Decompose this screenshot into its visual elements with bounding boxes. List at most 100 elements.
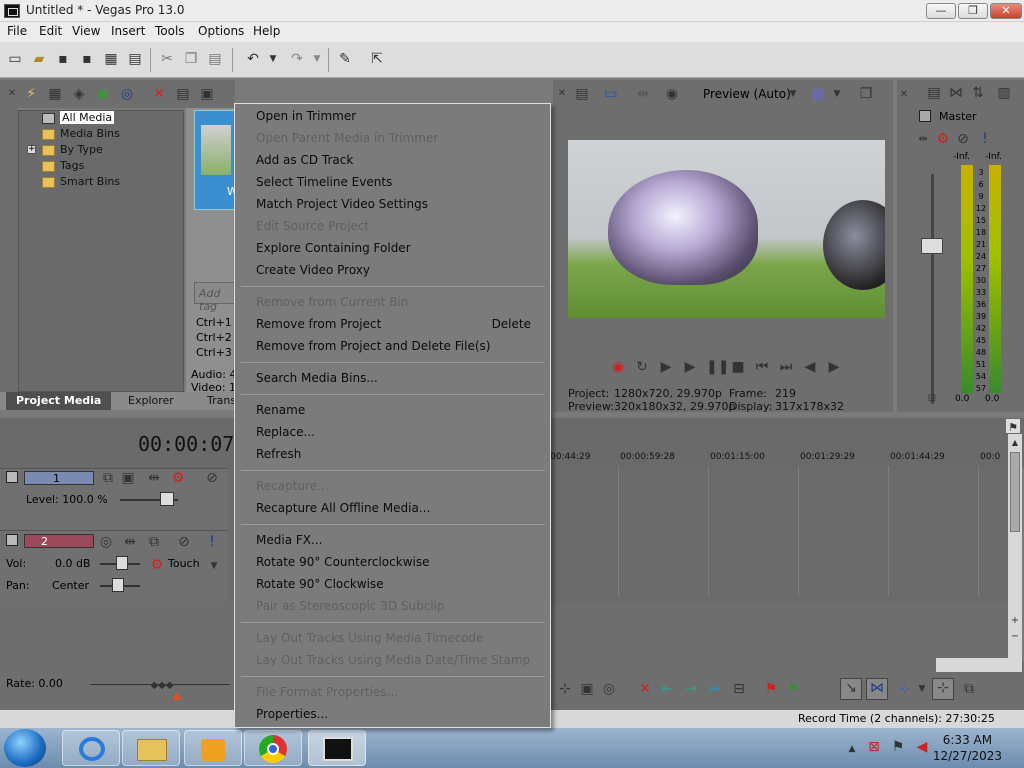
media-properties-icon[interactable]: ▤: [174, 85, 192, 103]
media-fx-icon[interactable]: ▣: [198, 85, 216, 103]
save-as-icon[interactable]: ▪: [78, 50, 96, 68]
scrollbar-thumb[interactable]: [1010, 452, 1020, 532]
track-fx-icon[interactable]: ▣: [120, 469, 136, 486]
go-to-end-icon[interactable]: ⏭: [778, 358, 794, 376]
track-motion-icon[interactable]: ⧉: [100, 469, 116, 486]
remove-media-icon[interactable]: ✕: [150, 85, 168, 103]
track-collapse-icon[interactable]: [6, 471, 18, 483]
tree-item-smart-bins[interactable]: Smart Bins: [42, 175, 120, 188]
context-menu-item[interactable]: Rotate 90° Clockwise: [256, 577, 384, 591]
menu-insert[interactable]: Insert: [111, 24, 145, 38]
tree-item-media-bins[interactable]: Media Bins: [42, 127, 120, 140]
save-icon[interactable]: ▪: [54, 50, 72, 68]
help-pointer-icon[interactable]: ⇱: [368, 50, 386, 68]
zoom-out-icon[interactable]: −: [1008, 628, 1022, 642]
mixer-mute-icon[interactable]: ⋈: [947, 84, 965, 102]
context-menu-item[interactable]: Open in Trimmer: [256, 109, 356, 123]
stop-icon[interactable]: ■: [730, 358, 746, 376]
context-menu-item[interactable]: Search Media Bins...: [256, 371, 378, 385]
lock-icon[interactable]: ⊟: [925, 390, 939, 406]
previous-frame-icon[interactable]: ◀: [802, 358, 818, 376]
redo-icon[interactable]: ↷: [288, 50, 306, 68]
edit-tool-icon[interactable]: ✎: [336, 50, 354, 68]
marker-flag-icon[interactable]: ⚑: [1006, 419, 1020, 434]
ignore-grouping-icon[interactable]: ⧉: [960, 680, 978, 698]
cut-icon[interactable]: ✂: [158, 50, 176, 68]
copy-snapshot-icon[interactable]: ❐: [857, 85, 875, 103]
external-monitor-icon[interactable]: ▭: [601, 85, 621, 103]
chevron-down-icon[interactable]: ▼: [208, 557, 220, 571]
context-menu-item[interactable]: Create Video Proxy: [256, 263, 370, 277]
close-panel-icon[interactable]: ✕: [6, 85, 18, 103]
import-media-icon[interactable]: ⚡: [22, 85, 40, 103]
master-solo-icon[interactable]: !: [977, 130, 993, 147]
context-menu-item[interactable]: Properties...: [256, 707, 328, 721]
start-button[interactable]: [4, 729, 46, 767]
zoom-edit-icon[interactable]: ◎: [600, 680, 618, 698]
context-menu-item[interactable]: Rotate 90° Counterclockwise: [256, 555, 429, 569]
menu-options[interactable]: Options: [198, 24, 244, 38]
audio-track-number[interactable]: 2: [24, 534, 94, 548]
context-menu-item[interactable]: Rename: [256, 403, 305, 417]
show-hidden-icons-icon[interactable]: ▲: [846, 740, 858, 754]
action-center-icon[interactable]: ⚑: [890, 738, 906, 756]
network-icon[interactable]: ⊠: [866, 738, 882, 756]
envelope-edit-icon[interactable]: ▣: [578, 680, 596, 698]
master-gear-icon[interactable]: ⚙: [935, 130, 951, 147]
horizontal-scroll-controls[interactable]: [936, 658, 1022, 672]
preview-quality-select[interactable]: Preview (Auto): [703, 87, 791, 101]
lock-event-icon[interactable]: ⊟: [730, 680, 748, 698]
volume-slider[interactable]: [116, 556, 128, 570]
tree-item-by-type[interactable]: By Type: [42, 143, 103, 156]
media-player-icon[interactable]: [184, 730, 242, 766]
play-icon[interactable]: ▶: [682, 358, 698, 376]
pause-icon[interactable]: ❚❚: [706, 358, 729, 376]
volume-icon[interactable]: ◀: [914, 738, 930, 756]
close-button[interactable]: ✕: [990, 3, 1022, 19]
context-menu-item[interactable]: Remove from Project and Delete File(s): [256, 339, 490, 353]
mixer-properties-icon[interactable]: ▤: [925, 84, 943, 102]
automation-gear-icon[interactable]: ⚙: [150, 556, 164, 573]
system-clock[interactable]: 6:33 AM 12/27/2023: [933, 732, 1002, 764]
redo-dropdown-icon[interactable]: ▼: [308, 50, 326, 68]
open-folder-icon[interactable]: ▰: [30, 50, 48, 68]
search-media-icon[interactable]: ◎: [118, 85, 136, 103]
downmix-icon[interactable]: ⇅: [969, 84, 987, 102]
context-menu-item[interactable]: Replace...: [256, 425, 315, 439]
get-web-media-icon[interactable]: ◉: [94, 85, 112, 103]
master-fx-icon[interactable]: ⇹: [915, 130, 931, 146]
insert-region-icon[interactable]: ⚑: [784, 680, 802, 698]
arm-record-icon[interactable]: ◎: [98, 533, 114, 550]
tab-transitions[interactable]: Trans: [207, 394, 236, 407]
track-gear-icon[interactable]: ⚙: [170, 469, 186, 486]
timeline-vertical-scrollbar[interactable]: ▲ + −: [1008, 434, 1022, 658]
menu-edit[interactable]: Edit: [39, 24, 62, 38]
chrome-icon[interactable]: [244, 730, 302, 766]
video-fx-icon[interactable]: ◉: [663, 85, 681, 103]
render-icon[interactable]: ▦: [102, 50, 120, 68]
context-menu-item[interactable]: Match Project Video Settings: [256, 197, 428, 211]
track-collapse-icon[interactable]: [6, 534, 18, 546]
new-file-icon[interactable]: ▭: [6, 50, 24, 68]
delete-icon[interactable]: ✕: [636, 680, 654, 698]
overlays-icon[interactable]: ▦: [809, 85, 827, 103]
vegas-pro-taskbar-icon[interactable]: [308, 730, 366, 766]
crossfade-icon[interactable]: ⋈: [866, 678, 888, 700]
context-menu-item[interactable]: Media FX...: [256, 533, 322, 547]
context-menu-item[interactable]: Explore Containing Folder: [256, 241, 411, 255]
record-icon[interactable]: ◉: [610, 358, 626, 376]
menu-file[interactable]: File: [7, 24, 27, 38]
scroll-up-icon[interactable]: ▲: [1008, 434, 1022, 448]
chevron-down-icon[interactable]: ▼: [916, 680, 928, 698]
file-explorer-icon[interactable]: [122, 730, 180, 766]
next-frame-icon[interactable]: ▶: [826, 358, 842, 376]
undo-dropdown-icon[interactable]: ▼: [264, 50, 282, 68]
menu-help[interactable]: Help: [253, 24, 280, 38]
tree-item-tags[interactable]: Tags: [42, 159, 84, 172]
add-tag-input[interactable]: Add tag: [194, 282, 236, 313]
rate-slider[interactable]: ◆◆◆: [148, 677, 176, 691]
menu-tools[interactable]: Tools: [155, 24, 185, 38]
master-fader[interactable]: [921, 238, 943, 254]
paste-icon[interactable]: ▤: [206, 50, 224, 68]
play-from-start-icon[interactable]: ▶: [658, 358, 674, 376]
